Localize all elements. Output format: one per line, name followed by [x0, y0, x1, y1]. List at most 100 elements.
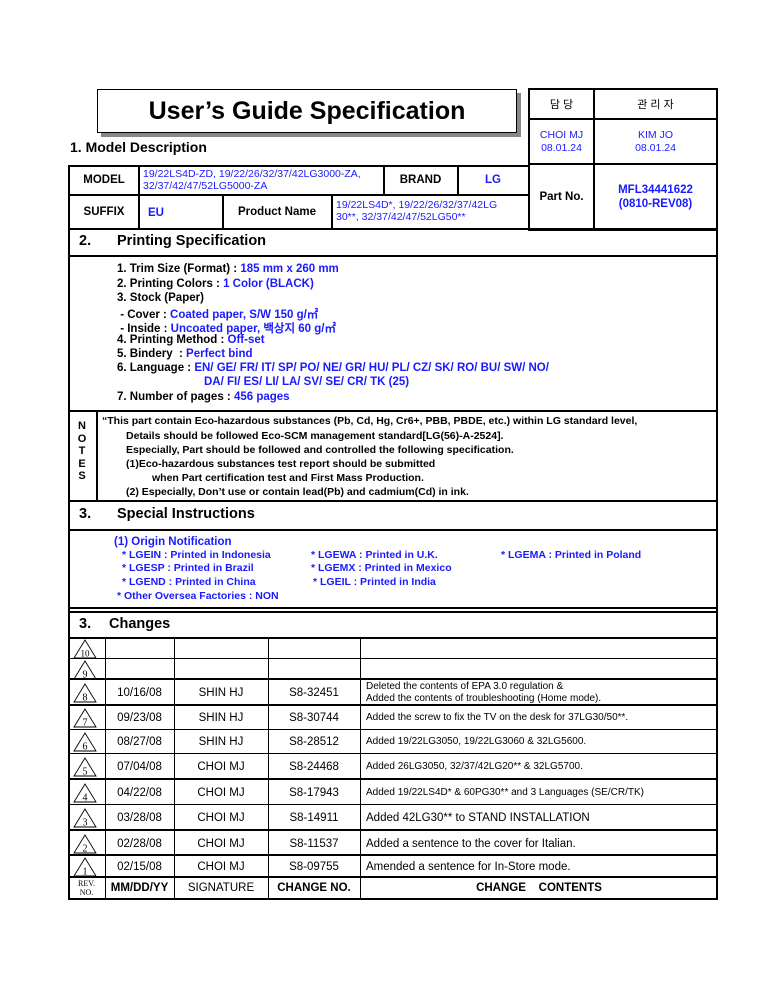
brand-value: LG — [485, 174, 501, 186]
printing-spec-item: DA/ FI/ ES/ LI/ LA/ SV/ SE/ CR/ TK (25) — [204, 376, 409, 388]
model-value-line: 32/37/42/47/52LG5000-ZA — [143, 180, 268, 192]
origin-item: * Other Oversea Factories : NON — [117, 590, 279, 602]
printing-spec-number: 2. — [79, 233, 92, 249]
special-instructions-number: 3. — [79, 506, 92, 522]
change-contents-line: Added 42LG30** to STAND INSTALLATION — [366, 812, 590, 824]
special-instructions-heading: Special Instructions — [117, 506, 255, 522]
change-number: S8-24468 — [289, 761, 339, 773]
changes-heading: Changes — [109, 616, 171, 632]
revision-triangle-icon: 2 — [73, 833, 97, 854]
origin-item: * LGEIL : Printed in India — [313, 576, 436, 588]
notes-label: NOTES — [68, 420, 96, 483]
change-date: 03/28/08 — [117, 812, 162, 824]
change-date: 09/23/08 — [117, 712, 162, 724]
change-contents-line: Added 19/22LS4D* & 60PG30** and 3 Langua… — [366, 786, 644, 798]
notes-line: (1)Eco-hazardous substances test report … — [126, 458, 436, 470]
change-number: S8-32451 — [289, 687, 339, 699]
origin-item: * LGEWA : Printed in U.K. — [311, 549, 438, 561]
revision-cell: 7 — [72, 708, 98, 728]
spec-label: 4. Printing Method : — [117, 334, 228, 346]
notes-letter: T — [78, 445, 86, 457]
changes-number: 3. — [79, 616, 92, 632]
change-contents-line: Amended a sentence for In-Store mode. — [366, 861, 571, 873]
product-name-label: Product Name — [238, 206, 316, 218]
origin-item: * LGEMA : Printed in Poland — [501, 549, 642, 561]
printing-spec-item: 6. Language : EN/ GE/ FR/ IT/ SP/ PO/ NE… — [117, 362, 549, 374]
brand-label: BRAND — [399, 174, 442, 186]
in-charge-name: CHOI MJ — [539, 128, 584, 141]
revision-triangle-icon: 7 — [73, 708, 97, 729]
revision-cell: 8 — [72, 683, 98, 703]
change-row: 6 08/27/08 SHIN HJ S8-28512 Added 19/22LG305… — [68, 730, 718, 754]
change-signature: CHOI MJ — [197, 761, 245, 773]
notes-letter: E — [78, 457, 86, 470]
origin-notification-title: (1) Origin Notification — [114, 536, 232, 548]
change-date: 02/15/08 — [117, 861, 162, 873]
spec-label: 6. Language : — [117, 362, 195, 374]
product-name-line: 19/22LS4D*, 19/22/26/32/37/42LG — [336, 199, 498, 211]
change-signature — [174, 638, 268, 659]
spec-value: Perfect bind — [186, 348, 253, 360]
spec-label: 2. Printing Colors : — [117, 278, 224, 290]
divider — [105, 638, 106, 898]
model-value: 19/22LS4D-ZD, 19/22/26/32/37/42LG3000-ZA… — [143, 166, 383, 194]
suffix-label: SUFFIX — [83, 206, 125, 218]
change-contents: Added a sentence to the cover for Italia… — [366, 831, 716, 856]
change-row: 8 10/16/08 SHIN HJ S8-32451 Deleted the cont… — [68, 680, 718, 706]
manager-date: 08.01.24 — [635, 141, 676, 154]
change-signature: SHIN HJ — [198, 736, 244, 748]
change-contents: Added 19/22LG3050, 19/22LG3060 & 32LG560… — [366, 730, 716, 754]
date-header: MM/DD/YY — [110, 882, 169, 894]
model-label: MODEL — [83, 174, 125, 186]
divider — [331, 195, 333, 228]
divider — [138, 165, 140, 228]
change-contents: Added 26LG3050, 32/37/42LG20** & 32LG570… — [366, 754, 716, 780]
divider — [68, 410, 718, 412]
change-number — [268, 659, 360, 680]
revision-cell: 2 — [72, 833, 98, 854]
suffix-value: EU — [148, 207, 164, 219]
revision-triangle-icon: 5 — [73, 757, 97, 778]
change-number: S8-14911 — [289, 812, 339, 824]
notes-line: “This part contain Eco-hazardous substan… — [102, 415, 638, 427]
spec-label: 1. Trim Size (Format) : — [117, 263, 241, 275]
change-signature: SHIN HJ — [198, 687, 244, 699]
manager-name: KIM JO — [637, 128, 673, 141]
revision-triangle-icon: 3 — [73, 808, 97, 828]
revision-number: 7 — [83, 718, 88, 729]
origin-item: * LGEIN : Printed in Indonesia — [122, 549, 271, 561]
change-date — [105, 638, 174, 659]
change-contents — [366, 638, 716, 659]
rev-no-header-line: REV. — [78, 879, 95, 888]
revision-triangle-icon: 4 — [73, 782, 97, 803]
revision-triangle-icon: 6 — [73, 732, 97, 752]
revision-number: 10 — [81, 648, 91, 658]
revision-number: 5 — [83, 767, 88, 778]
product-name-value: 19/22LS4D*, 19/22/26/32/37/42LG 30**, 32… — [336, 196, 528, 226]
spec-value: 185 mm x 260 mm — [240, 263, 339, 275]
change-contents: Deleted the contents of EPA 3.0 regulati… — [366, 680, 716, 706]
spec-value: 456 pages — [233, 391, 290, 403]
revision-cell: 9 — [72, 659, 98, 680]
spec-label: 5. Bindery : — [117, 348, 187, 360]
printing-spec-item: 4. Printing Method : Off-set — [117, 334, 265, 346]
in-charge-signature: CHOI MJ 08.01.24 — [530, 120, 593, 163]
change-row: 2 02/28/08 CHOI MJ S8-11537 Added a sentence… — [68, 831, 718, 856]
revision-triangle-icon: 1 — [73, 857, 97, 877]
change-signature: CHOI MJ — [197, 812, 245, 824]
printing-spec-item: 7. Number of pages : 456 pages — [117, 391, 290, 403]
model-value-line: 19/22LS4D-ZD, 19/22/26/32/37/42LG3000-ZA… — [143, 168, 361, 180]
revision-cell: 1 — [72, 857, 98, 877]
in-charge-header: 담 당 — [549, 99, 574, 111]
manager-header: 관 리 자 — [637, 99, 674, 111]
revision-cell: 10 — [72, 638, 98, 659]
notes-line: Details should be followed Eco-SCM manag… — [126, 430, 504, 442]
divider — [68, 529, 718, 531]
change-contents-line: Deleted the contents of EPA 3.0 regulati… — [366, 681, 564, 692]
in-charge-date: 08.01.24 — [541, 141, 582, 154]
change-date: 02/28/08 — [117, 837, 162, 850]
change-row: 3 03/28/08 CHOI MJ S8-14911 Added 42LG30** t… — [68, 805, 718, 831]
printing-spec-item: 1. Trim Size (Format) : 185 mm x 260 mm — [117, 263, 339, 275]
origin-item: * LGESP : Printed in Brazil — [122, 562, 254, 574]
revision-number: 2 — [83, 843, 88, 854]
